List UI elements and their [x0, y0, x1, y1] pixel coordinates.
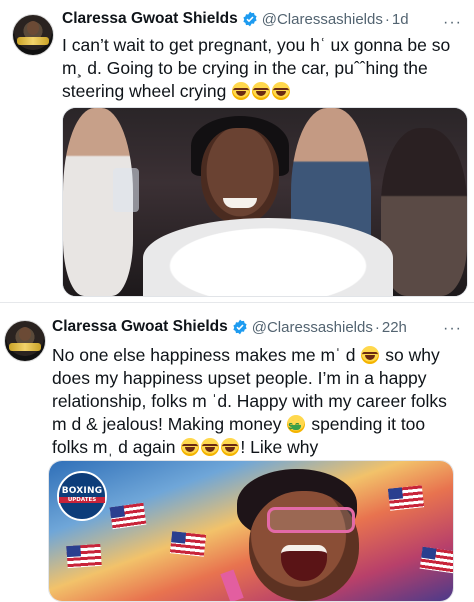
- tweet-divider: [0, 302, 474, 303]
- tweet-1[interactable]: Claressa Gwoat Shields @Claressashields …: [0, 0, 474, 300]
- more-options-icon[interactable]: ···: [443, 320, 462, 338]
- tweet-line-text: steering wheel crying: [62, 81, 227, 101]
- tweet-line: m d & jealous! Making money spending it …: [52, 413, 462, 438]
- author-avatar[interactable]: [4, 320, 46, 362]
- us-flag-icon: [109, 502, 147, 530]
- laughing-emoji-icon: [232, 82, 251, 100]
- tweet-line: relationship, folks m ˈd. Happy with my …: [52, 391, 447, 411]
- laughing-emoji-icon: [361, 346, 380, 364]
- author-handle[interactable]: @Claressashields: [262, 11, 383, 28]
- tweet-header: Claressa Gwoat Shields @Claressashields …: [52, 318, 407, 336]
- tweet-line-text: No one else happiness makes me mˈ d: [52, 345, 356, 365]
- us-flag-icon: [66, 543, 102, 569]
- tweet-line: steering wheel crying: [62, 80, 462, 103]
- author-avatar[interactable]: [12, 14, 54, 56]
- us-flag-icon: [169, 531, 207, 557]
- tweet-line-text: m d & jealous! Making money: [52, 414, 282, 434]
- tweet-line: I can’t wait to get pregnant, you hʿ ux …: [62, 35, 451, 55]
- tweet-line: No one else happiness makes me mˈ d so w…: [52, 344, 462, 367]
- verified-badge-icon: [243, 11, 257, 27]
- laughing-emoji-icon: [221, 438, 240, 456]
- time-separator: ·: [384, 10, 390, 28]
- tweet-timestamp[interactable]: 1d: [392, 11, 409, 28]
- tweet-header: Claressa Gwoat Shields @Claressashields …: [62, 10, 409, 28]
- tweet-line-text: spending it too: [311, 414, 426, 434]
- tweet-illustration[interactable]: BOXING UPDATES: [48, 460, 454, 602]
- author-name[interactable]: Claressa Gwoat Shields: [62, 10, 238, 28]
- tweet-line: m¸ d. Going to be crying in the car, puˆ…: [62, 58, 428, 78]
- tweet-line-text: ! Like why: [240, 437, 319, 457]
- author-handle[interactable]: @Claressashields: [252, 319, 373, 336]
- tweet-line: does my happiness upset people. I’m in a…: [52, 368, 427, 388]
- us-flag-icon: [419, 546, 453, 574]
- tweet-photo[interactable]: [62, 107, 468, 297]
- tweet-line-text: folks mˌ d again: [52, 437, 176, 457]
- us-flag-icon: [387, 485, 425, 511]
- money-mouth-emoji-icon: [287, 415, 306, 438]
- author-name[interactable]: Claressa Gwoat Shields: [52, 318, 228, 336]
- tweet-timestamp[interactable]: 22h: [382, 319, 407, 336]
- verified-badge-icon: [233, 319, 247, 335]
- tweet-2[interactable]: Claressa Gwoat Shields @Claressashields …: [0, 306, 474, 602]
- laughing-emoji-icon: [201, 438, 220, 456]
- tweet-text: No one else happiness makes me mˈ d so w…: [52, 344, 462, 459]
- laughing-emoji-icon: [181, 438, 200, 456]
- tweet-line-text: so why: [385, 345, 440, 365]
- time-separator: ·: [374, 318, 380, 336]
- laughing-emoji-icon: [252, 82, 271, 100]
- laughing-emoji-icon: [272, 82, 291, 100]
- boxing-updates-logo: BOXING UPDATES: [57, 471, 107, 521]
- tweet-text: I can’t wait to get pregnant, you hʿ ux …: [62, 34, 462, 103]
- more-options-icon[interactable]: ···: [443, 14, 462, 32]
- tweet-line: folks mˌ d again ! Like why: [52, 436, 462, 459]
